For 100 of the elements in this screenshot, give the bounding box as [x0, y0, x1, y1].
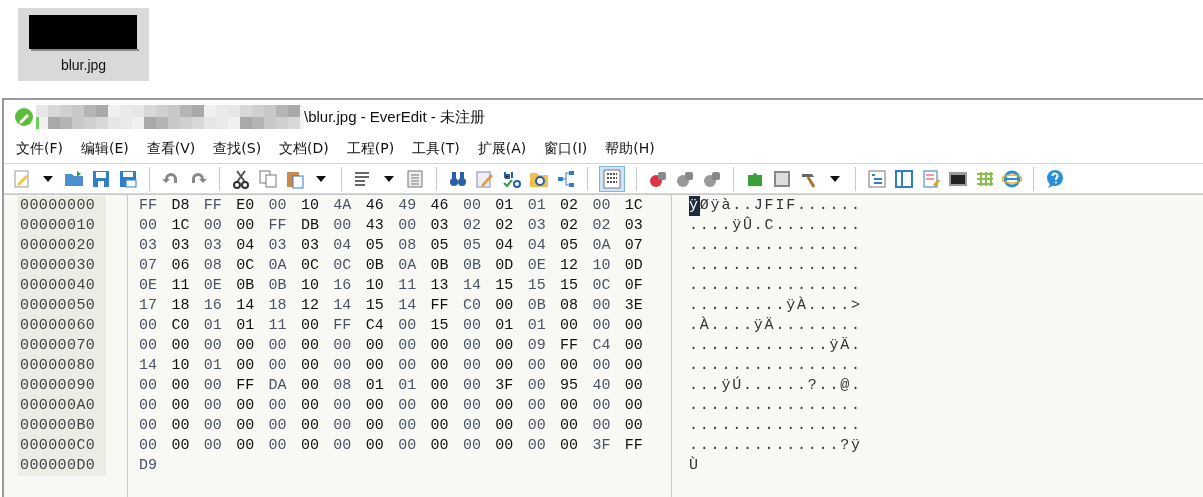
caret-icon[interactable] — [830, 175, 840, 182]
hex-byte: 00 — [527, 356, 547, 376]
hex-byte: 00 — [139, 416, 158, 436]
hex-byte: 07 — [139, 256, 158, 276]
offset-label: 000000B0 — [19, 416, 97, 436]
menu-item[interactable]: 编辑(E) — [79, 138, 131, 159]
offset-label: 00000080 — [19, 356, 97, 376]
hex-byte: 00 — [592, 416, 612, 436]
caret-icon[interactable] — [384, 175, 394, 182]
hex-byte: 00 — [139, 336, 158, 356]
offset-label: 00000000 — [19, 196, 97, 216]
hex-byte: 03 — [527, 216, 547, 236]
hex-byte: 02 — [560, 216, 580, 236]
hex-byte: 00 — [430, 356, 450, 376]
hex-byte: 14 — [139, 356, 158, 376]
hex-byte: 04 — [333, 236, 353, 256]
hex-view-icon[interactable] — [599, 165, 625, 192]
hex-byte: 00 — [495, 336, 515, 356]
hex-byte: 00 — [430, 396, 450, 416]
hex-byte: 01 — [203, 316, 223, 336]
hex-byte: 00 — [430, 436, 450, 456]
hex-byte: 00 — [139, 216, 158, 236]
hex-byte: 00 — [300, 396, 320, 416]
file-name: blur.jpg — [60, 56, 107, 75]
sidebar-icon[interactable] — [894, 168, 914, 189]
help-icon[interactable] — [1045, 168, 1065, 189]
notes-icon[interactable] — [921, 168, 941, 189]
ascii-text: ....ÿÛ.C........ — [689, 216, 862, 236]
hex-byte: 00 — [203, 436, 223, 456]
hex-byte: 15 — [430, 316, 450, 336]
outline-icon[interactable] — [867, 168, 887, 189]
folder-icon[interactable] — [64, 168, 84, 189]
save-icon[interactable] — [91, 168, 111, 189]
hex-byte: E0 — [236, 196, 256, 216]
hex-byte: 00 — [333, 436, 353, 456]
hex-byte: 00 — [527, 396, 547, 416]
hex-byte: 01 — [398, 376, 418, 396]
hex-byte: 09 — [527, 336, 547, 356]
hex-byte: 14 — [333, 296, 353, 316]
copy-icon[interactable] — [258, 168, 278, 189]
hex-byte: 0B — [365, 256, 385, 276]
hex-byte: 01 — [203, 356, 223, 376]
menu-item[interactable]: 文档(D) — [277, 138, 331, 159]
menu-item[interactable]: 查找(S) — [211, 138, 264, 159]
hex-byte: 0B — [527, 296, 547, 316]
hex-byte: 0B — [430, 256, 450, 276]
hex-byte: 03 — [268, 236, 288, 256]
hex-byte: 00 — [171, 396, 191, 416]
hex-byte: 49 — [398, 196, 418, 216]
edit-icon[interactable] — [475, 168, 495, 189]
caret-icon[interactable] — [43, 175, 53, 182]
cut-icon[interactable] — [231, 168, 251, 189]
hex-byte: 00 — [203, 336, 223, 356]
hex-byte: 00 — [462, 336, 482, 356]
hex-byte: 04 — [236, 236, 256, 256]
offset-label: 00000040 — [19, 276, 97, 296]
offset-label: 000000A0 — [19, 396, 97, 416]
cursor-char: ÿ — [689, 196, 700, 216]
tree-icon[interactable] — [556, 168, 576, 189]
app-icon — [14, 107, 34, 127]
ascii-text: Ù — [689, 456, 700, 476]
desktop-file-icon[interactable]: blur.jpg — [18, 8, 149, 81]
hex-byte: FF — [430, 296, 450, 316]
hex-byte: 00 — [300, 336, 320, 356]
browser-icon[interactable] — [1002, 168, 1022, 189]
menu-item[interactable]: 查看(V) — [144, 138, 198, 159]
hex-byte: 03 — [430, 216, 450, 236]
menu-item[interactable]: 工具(T) — [410, 138, 462, 159]
hex-byte: 10 — [592, 256, 612, 276]
hex-byte: 06 — [171, 256, 191, 276]
hex-byte: 15 — [365, 296, 385, 316]
hex-byte: 0E — [203, 276, 223, 296]
ascii-text: Øÿà..JFIF...... — [699, 196, 862, 216]
ascii-text: .À....ÿÄ........ — [689, 316, 862, 336]
menu-item[interactable]: 窗口(I) — [542, 138, 590, 159]
hex-byte: 00 — [236, 216, 256, 236]
hex-byte: 0B — [268, 276, 288, 296]
hex-byte: D8 — [171, 196, 191, 216]
hex-byte: 00 — [236, 436, 256, 456]
hex-byte: 00 — [560, 416, 580, 436]
hex-byte: 01 — [527, 316, 547, 336]
hex-byte: 00 — [139, 436, 158, 456]
hex-byte: C0 — [462, 296, 482, 316]
hex-byte: 1C — [171, 216, 191, 236]
hex-byte: 10 — [365, 276, 385, 296]
panel-icon[interactable] — [772, 168, 792, 189]
hex-byte: FF — [268, 216, 288, 236]
hex-byte: FF — [333, 316, 353, 336]
menu-item[interactable]: 工程(P) — [344, 138, 397, 159]
menu-item[interactable]: 文件(F) — [14, 138, 65, 159]
hex-byte: 00 — [171, 376, 191, 396]
hex-byte: 12 — [560, 256, 580, 276]
menu-item[interactable]: 帮助(H) — [603, 138, 657, 159]
menu-item[interactable]: 扩展(A) — [475, 138, 529, 159]
offset-label: 00000050 — [19, 296, 97, 316]
caret-icon[interactable] — [316, 175, 326, 182]
hex-byte: 16 — [333, 276, 353, 296]
save-all-icon[interactable] — [118, 168, 138, 189]
hex-byte: 13 — [430, 276, 450, 296]
hex-byte: 00 — [300, 436, 320, 456]
